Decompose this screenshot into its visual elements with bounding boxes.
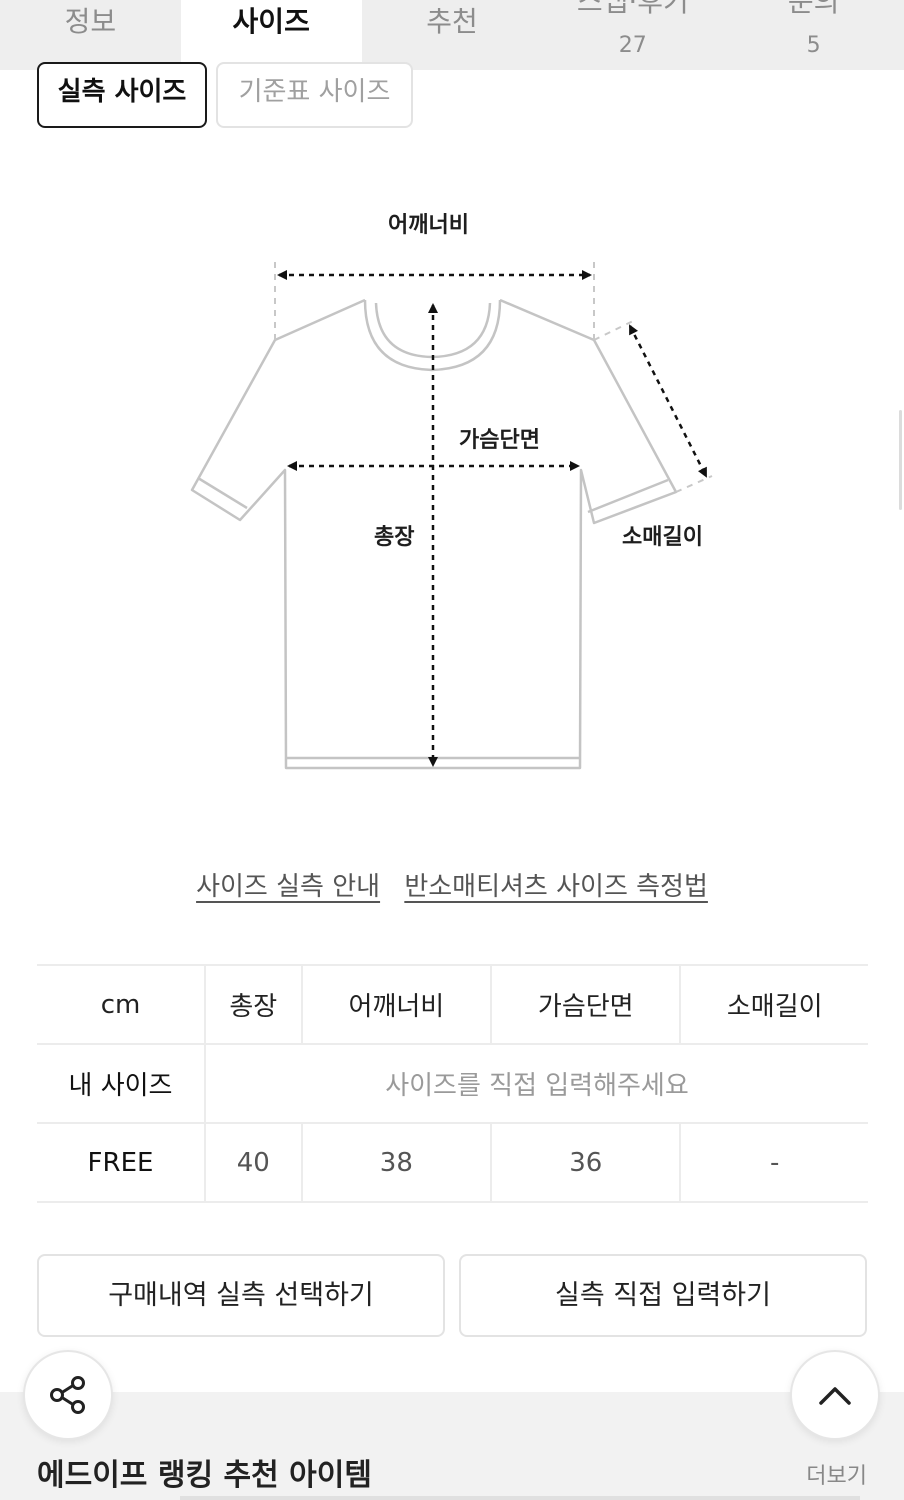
actual-size-toggle[interactable]: 실측 사이즈 [37, 62, 207, 128]
column-header: 소매길이 [679, 964, 868, 1045]
tab-label: 정보 [64, 5, 117, 38]
length-label: 총장 [374, 525, 415, 550]
tab-label: 사이즈 [232, 5, 310, 38]
table-header-row: cm 총장 어깨너비 가슴단면 소매길이 [37, 964, 868, 1045]
tab-snap-review[interactable]: 스냅·후기 27 [542, 0, 723, 70]
tab-count: 27 [618, 33, 647, 58]
column-header: 어깨너비 [300, 964, 492, 1045]
select-from-history-button[interactable]: 구매내역 실측 선택하기 [37, 1254, 445, 1337]
shoulder-label: 어깨너비 [388, 213, 469, 238]
tab-label: 문의 [787, 0, 840, 18]
size-guide-link[interactable]: 사이즈 실측 안내 [196, 872, 380, 902]
tshirt-collar-inner [374, 302, 492, 359]
recommend-divider [180, 1496, 860, 1500]
sleeve-label: 소매길이 [622, 525, 703, 550]
chest-label: 가슴단면 [459, 428, 540, 453]
my-size-input-prompt[interactable]: 사이즈를 직접 입력해주세요 [204, 1043, 868, 1124]
tab-label: 추천 [426, 5, 478, 38]
unit-header: cm [37, 964, 205, 1045]
table-row: FREE 40 38 36 - [37, 1122, 868, 1203]
tab-info[interactable]: 정보 [0, 0, 181, 70]
sleeve-arrow [628, 324, 708, 478]
size-name: FREE [37, 1122, 205, 1203]
chevron-up-icon [819, 1387, 851, 1405]
column-header: 총장 [204, 964, 302, 1045]
column-header: 가슴단면 [490, 964, 681, 1045]
recommend-more-link[interactable]: 더보기 [806, 1458, 867, 1490]
size-value: 40 [204, 1122, 302, 1203]
size-guide-links: 사이즈 실측 안내 반소매티셔츠 사이즈 측정법 [0, 866, 904, 903]
scrollbar-thumb[interactable] [899, 410, 902, 510]
size-value: 38 [300, 1122, 492, 1203]
size-value: 36 [490, 1122, 681, 1203]
tab-inquiry[interactable]: 문의 5 [723, 0, 904, 70]
size-table: cm 총장 어깨너비 가슴단면 소매길이 내 사이즈 사이즈를 직접 입력해주세… [37, 964, 868, 1203]
tab-bar: 정보 사이즈 추천 스냅·후기 27 문의 5 [0, 0, 904, 70]
recommend-title: 에드이프 랭킹 추천 아이템 [37, 1458, 372, 1493]
my-size-row: 내 사이즈 사이즈를 직접 입력해주세요 [37, 1043, 868, 1124]
tshirt-outline [190, 298, 678, 770]
tab-size[interactable]: 사이즈 [180, 0, 362, 70]
size-value: - [679, 1122, 868, 1203]
tab-count: 5 [806, 33, 821, 58]
tab-label: 스냅·후기 [576, 0, 689, 18]
tshirt-collar-outer [363, 299, 502, 372]
direct-input-button[interactable]: 실측 직접 입력하기 [459, 1254, 867, 1337]
my-size-label: 내 사이즈 [37, 1043, 205, 1124]
recommend-section: 에드이프 랭킹 추천 아이템 더보기 [0, 1392, 904, 1500]
share-icon [50, 1376, 85, 1414]
tab-recommend[interactable]: 추천 [362, 0, 543, 70]
measure-method-link[interactable]: 반소매티셔츠 사이즈 측정법 [404, 872, 708, 902]
scroll-top-button[interactable] [790, 1350, 880, 1440]
share-button[interactable] [23, 1350, 113, 1440]
standard-size-toggle[interactable]: 기준표 사이즈 [216, 62, 413, 128]
